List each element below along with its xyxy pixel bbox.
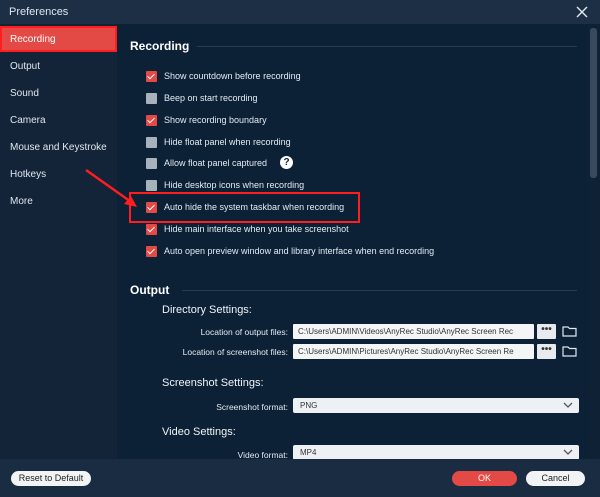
option-label: Hide desktop icons when recording: [164, 180, 305, 190]
window-title: Preferences: [9, 6, 69, 18]
help-icon[interactable]: ?: [280, 156, 293, 169]
ok-button[interactable]: OK: [452, 471, 517, 486]
output-location-label: Location of output files:: [200, 327, 288, 337]
section-divider: [182, 290, 577, 291]
settings-panel[interactable]: Recording Show countdown before recordin…: [117, 24, 588, 459]
annotation-arrow-icon: [85, 168, 137, 207]
option-label: Hide float panel when recording: [164, 137, 291, 147]
chevron-down-icon: [563, 402, 573, 408]
sidebar-item-output[interactable]: Output: [0, 53, 117, 79]
video-settings-heading: Video Settings:: [162, 426, 236, 438]
option-label: Hide main interface when you take screen…: [164, 224, 349, 234]
chevron-down-icon: [563, 449, 573, 455]
output-folder-icon[interactable]: [562, 325, 577, 337]
sidebar-item-camera[interactable]: Camera: [0, 107, 117, 133]
footer-bar: Reset to Default OK Cancel: [0, 459, 600, 497]
output-section-title: Output: [130, 283, 170, 297]
section-divider: [197, 46, 577, 47]
option-label: Auto open preview window and library int…: [164, 246, 435, 256]
output-location-field[interactable]: C:\Users\ADMIN\Videos\AnyRec Studio\AnyR…: [293, 324, 534, 339]
checkbox[interactable]: [146, 224, 157, 235]
option-label: Allow float panel captured: [164, 158, 268, 168]
option-label: Beep on start recording: [164, 93, 258, 103]
checkbox[interactable]: [146, 180, 157, 191]
highlight-box: [129, 192, 360, 223]
option-label: Show recording boundary: [164, 115, 267, 125]
close-icon[interactable]: [574, 4, 590, 20]
screenshot-location-field[interactable]: C:\Users\ADMIN\Pictures\AnyRec Studio\An…: [293, 344, 534, 359]
checkbox[interactable]: [146, 158, 157, 169]
sidebar: Recording Output Sound Camera Mouse and …: [0, 24, 117, 459]
video-format-select[interactable]: MP4: [293, 445, 579, 459]
video-format-value: MP4: [300, 448, 317, 457]
option-label: Show countdown before recording: [164, 71, 301, 81]
checkbox[interactable]: [146, 137, 157, 148]
screenshot-folder-icon[interactable]: [562, 345, 577, 357]
checkbox[interactable]: [146, 93, 157, 104]
screenshot-format-select[interactable]: PNG: [293, 398, 579, 413]
sidebar-item-recording[interactable]: Recording: [0, 26, 117, 52]
checkbox[interactable]: [146, 71, 157, 82]
checkbox[interactable]: [146, 246, 157, 257]
screenshot-location-label: Location of screenshot files:: [182, 347, 288, 357]
title-bar: Preferences: [0, 0, 600, 24]
recording-section-title: Recording: [130, 39, 190, 53]
directory-settings-heading: Directory Settings:: [162, 304, 252, 316]
sidebar-item-mouse-and-keystroke[interactable]: Mouse and Keystroke: [0, 134, 117, 160]
video-format-label: Video format:: [237, 450, 288, 459]
checkbox[interactable]: [146, 115, 157, 126]
screenshot-settings-heading: Screenshot Settings:: [162, 377, 264, 389]
screenshot-format-value: PNG: [300, 401, 318, 410]
sidebar-item-sound[interactable]: Sound: [0, 80, 117, 106]
screenshot-browse-button[interactable]: •••: [537, 344, 556, 359]
output-browse-button[interactable]: •••: [537, 324, 556, 339]
reset-to-default-button[interactable]: Reset to Default: [11, 471, 91, 486]
scrollbar-thumb[interactable]: [590, 28, 597, 178]
screenshot-format-label: Screenshot format:: [216, 402, 288, 412]
cancel-button[interactable]: Cancel: [526, 471, 585, 486]
